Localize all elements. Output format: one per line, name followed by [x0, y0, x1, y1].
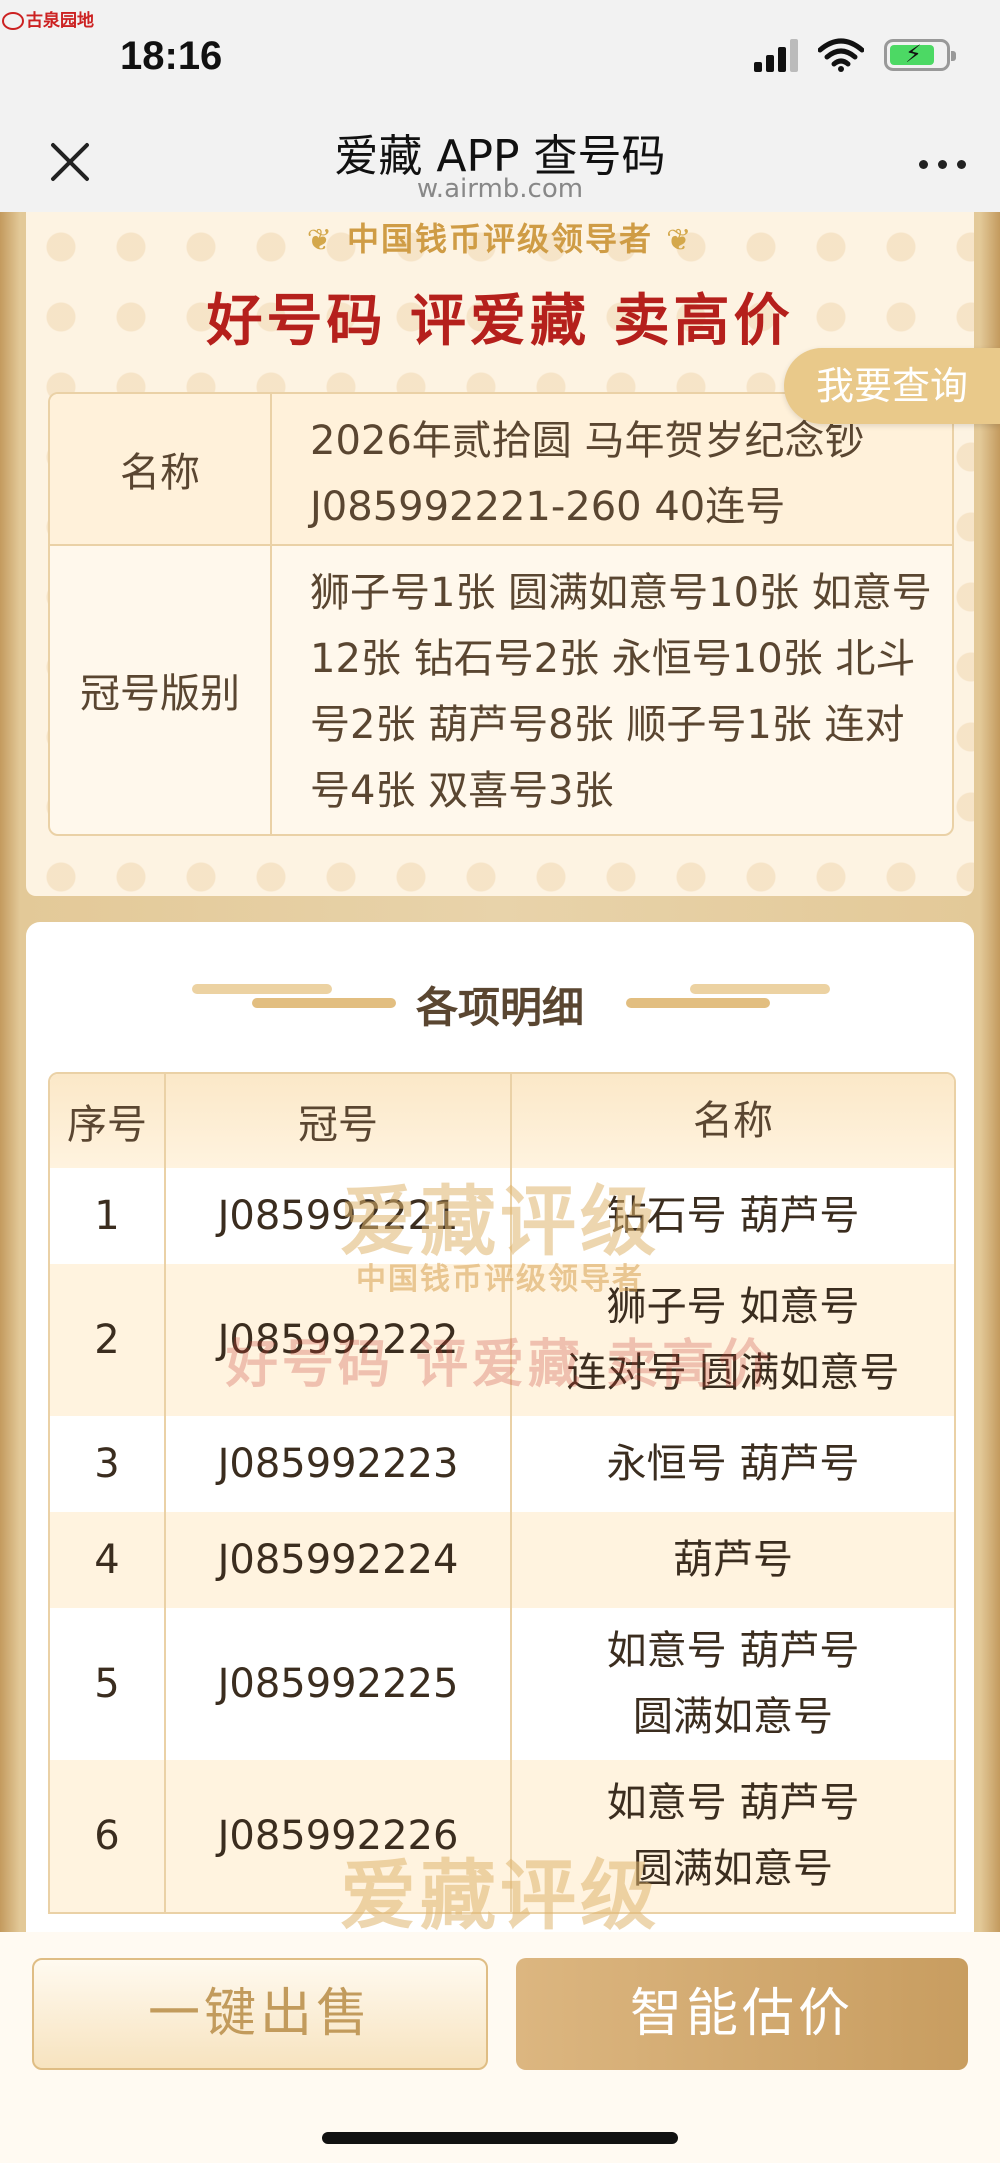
table-row: 5 J085992225 如意号 葫芦号 圆满如意号 [50, 1608, 954, 1760]
home-indicator[interactable] [322, 2132, 678, 2144]
title-ornament-right [626, 984, 830, 1010]
nav-bar: 爱藏 APP 查号码 w.airmb.com [0, 120, 1000, 212]
battery-icon: ⚡ [884, 39, 956, 71]
row-index: 5 [50, 1608, 166, 1760]
crown-label: 冠号版别 [50, 546, 272, 834]
row-crown: J085992223 [166, 1416, 512, 1512]
summary-card: ❦ 中国钱币评级领导者 ❦ 好号码 评爱藏 卖高价 名称 2026年贰拾圆 马年… [26, 212, 974, 896]
leader-text: 中国钱币评级领导者 [346, 220, 653, 258]
detail-card: 各项明细 序号 冠号 名称 1 J085992221 钻石号 葫芦号 2 J08… [26, 922, 974, 1932]
name-label: 名称 [50, 394, 272, 544]
table-row: 2 J085992222 狮子号 如意号 连对号 圆满如意号 [50, 1264, 954, 1416]
more-icon[interactable] [919, 160, 966, 169]
row-index: 3 [50, 1416, 166, 1512]
crown-value: 狮子号1张 圆满如意号10张 如意号12张 钻石号2张 永恒号10张 北斗号2张… [310, 570, 932, 814]
row-crown: J085992224 [166, 1512, 512, 1608]
watermark-text: 古泉园地 [26, 11, 94, 31]
estimate-button[interactable]: 智能估价 [516, 1958, 968, 2070]
detail-table: 序号 冠号 名称 1 J085992221 钻石号 葫芦号 2 J0859922… [48, 1072, 956, 1914]
row-name: 如意号 葫芦号 圆满如意号 [606, 1780, 860, 1892]
info-table: 名称 2026年贰拾圆 马年贺岁纪念钞 J085992221-260 40连号 … [48, 392, 954, 836]
row-index: 6 [50, 1760, 166, 1912]
row-name: 狮子号 如意号 连对号 圆满如意号 [566, 1284, 900, 1396]
table-row: 6 J085992226 如意号 葫芦号 圆满如意号 [50, 1760, 954, 1912]
header-index: 序号 [50, 1074, 166, 1168]
laurel-right-icon: ❦ [666, 223, 694, 258]
table-row: 4 J085992224 葫芦号 [50, 1512, 954, 1608]
row-index: 2 [50, 1264, 166, 1416]
table-header: 序号 冠号 名称 [50, 1074, 954, 1168]
page-url: w.airmb.com [416, 174, 584, 204]
signal-icon [754, 38, 798, 72]
row-crown: J085992222 [166, 1264, 512, 1416]
row-name: 葫芦号 [673, 1537, 793, 1583]
table-row: 1 J085992221 钻石号 葫芦号 [50, 1168, 954, 1264]
detail-title: 各项明细 [415, 983, 584, 1032]
status-time: 18:16 [120, 34, 223, 78]
sell-button[interactable]: 一键出售 [32, 1958, 488, 2070]
wifi-icon [818, 38, 864, 72]
query-button[interactable]: 我要查询 [784, 348, 1000, 424]
info-row-crown: 冠号版别 狮子号1张 圆满如意号10张 如意号12张 钻石号2张 永恒号10张 … [50, 546, 952, 834]
row-name: 钻石号 葫芦号 [606, 1193, 860, 1239]
status-bar: 古泉园地 18:16 ⚡ [0, 0, 1000, 120]
bottom-action-bar: 一键出售 智能估价 [0, 1932, 1000, 2163]
row-crown: J085992221 [166, 1168, 512, 1264]
watermark-logo: 古泉园地 [2, 6, 94, 31]
status-icons: ⚡ [754, 38, 956, 72]
row-name: 如意号 葫芦号 圆满如意号 [606, 1628, 860, 1740]
logo-ring-icon [2, 12, 24, 30]
row-name: 永恒号 葫芦号 [606, 1441, 860, 1487]
table-row: 3 J085992223 永恒号 葫芦号 [50, 1416, 954, 1512]
row-index: 1 [50, 1168, 166, 1264]
leader-banner: ❦ 中国钱币评级领导者 ❦ [26, 214, 974, 260]
header-name: 名称 [693, 1098, 773, 1144]
laurel-left-icon: ❦ [306, 223, 334, 258]
header-crown: 冠号 [166, 1074, 512, 1168]
row-index: 4 [50, 1512, 166, 1608]
row-crown: J085992225 [166, 1608, 512, 1760]
slogan: 好号码 评爱藏 卖高价 [206, 288, 794, 354]
row-crown: J085992226 [166, 1760, 512, 1912]
